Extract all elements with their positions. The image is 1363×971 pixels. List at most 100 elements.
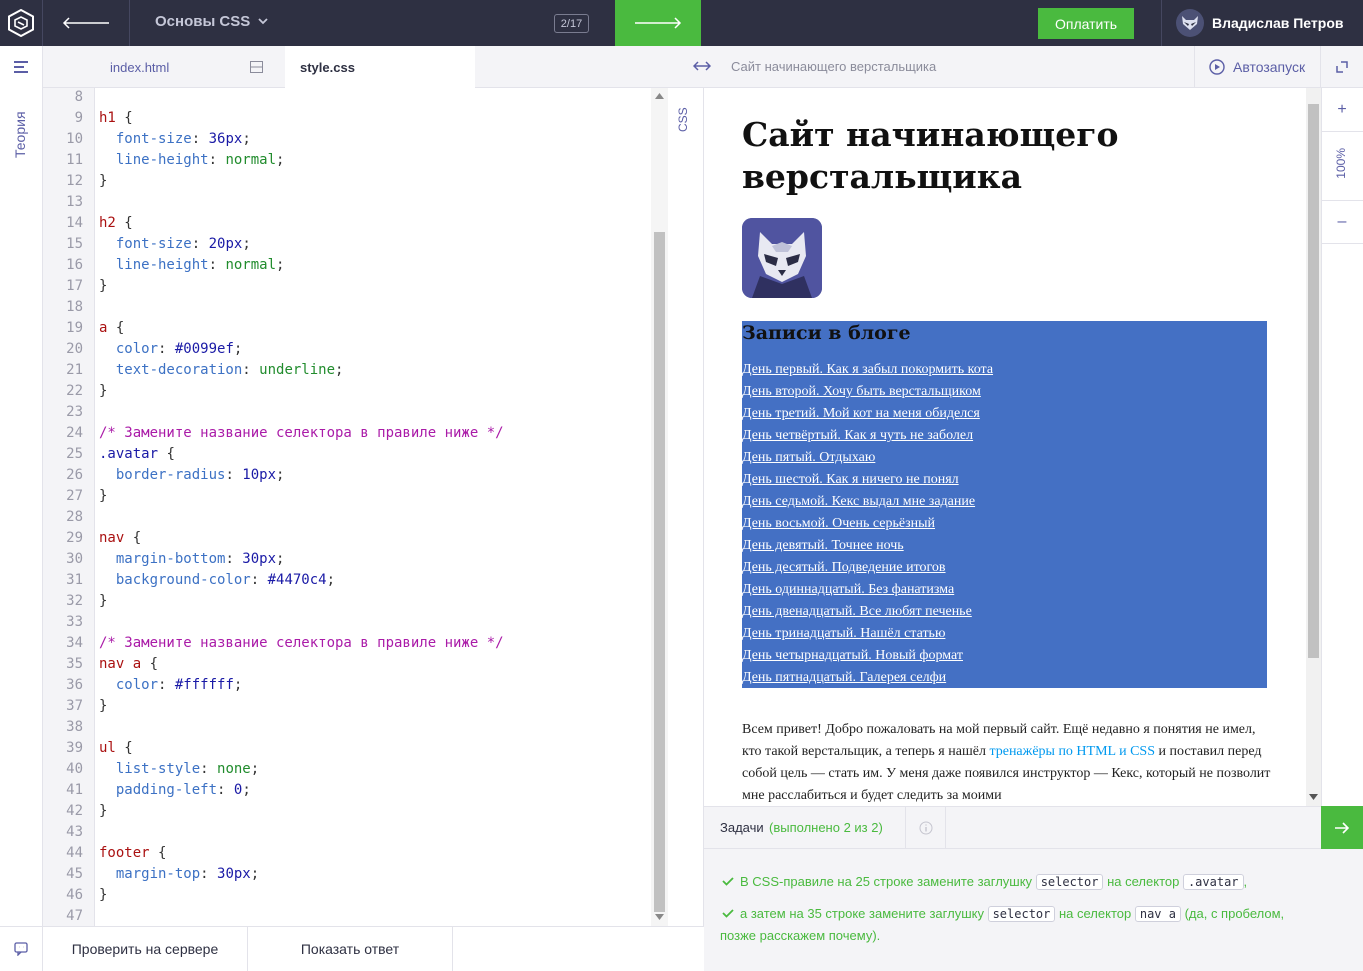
blog-link[interactable]: День одиннадцатый. Без фанатизма <box>742 579 954 601</box>
menu-icon[interactable] <box>14 60 28 78</box>
code-line[interactable]: line-height: normal; <box>99 150 285 171</box>
show-answer-button[interactable]: Показать ответ <box>248 926 453 971</box>
blog-link[interactable]: День четвёртый. Как я чуть не заболел <box>742 425 973 447</box>
line-number: 41 <box>66 782 83 798</box>
code-line[interactable]: list-style: none; <box>99 759 259 780</box>
blog-link[interactable]: День двенадцатый. Все любят печенье <box>742 601 972 623</box>
code-line[interactable]: } <box>99 591 107 612</box>
code-line[interactable]: line-height: normal; <box>99 255 285 276</box>
blog-link[interactable]: День седьмой. Кекс выдал мне задание <box>742 491 975 513</box>
line-number: 10 <box>66 131 83 147</box>
line-number: 45 <box>66 866 83 882</box>
next-task-button[interactable] <box>1321 806 1363 849</box>
code-line[interactable]: a { <box>99 318 124 339</box>
language-label: CSS <box>676 107 690 132</box>
next-step-button[interactable] <box>615 0 701 46</box>
code-line[interactable]: text-decoration: underline; <box>99 360 344 381</box>
code-line[interactable]: nav { <box>99 528 141 549</box>
task-code: nav a <box>1134 906 1181 922</box>
blog-link[interactable]: День второй. Хочу быть верстальщиком <box>742 381 981 403</box>
logo-icon[interactable] <box>0 0 43 46</box>
code-line[interactable]: } <box>99 276 107 297</box>
blog-link[interactable]: День пятый. Отдыхаю <box>742 447 875 469</box>
code-line[interactable]: } <box>99 696 107 717</box>
trainers-link[interactable]: тренажёры по HTML и CSS <box>989 744 1155 759</box>
line-number: 37 <box>66 698 83 714</box>
code-line[interactable]: margin-bottom: 30px; <box>99 549 285 570</box>
line-number: 23 <box>66 404 83 420</box>
zoom-level: 100% <box>1334 148 1348 179</box>
code-line[interactable]: /* Замените название селектора в правиле… <box>99 423 504 444</box>
line-number: 18 <box>66 299 83 315</box>
line-number: 20 <box>66 341 83 357</box>
code-line[interactable]: font-size: 36px; <box>99 129 251 150</box>
code-line[interactable]: color: #0099ef; <box>99 339 242 360</box>
editor-scroll-thumb[interactable] <box>654 232 665 912</box>
code-line[interactable]: font-size: 20px; <box>99 234 251 255</box>
tab-style-css[interactable]: style.css <box>285 46 475 89</box>
zoom-out-button[interactable]: – <box>1321 200 1363 244</box>
arrow-right-icon <box>635 17 682 29</box>
blog-link[interactable]: День девятый. Точнее ночь <box>742 535 904 557</box>
autorun-toggle[interactable]: Автозапуск <box>1194 46 1320 88</box>
info-icon[interactable] <box>905 806 946 849</box>
task-code: selector <box>987 906 1056 922</box>
code-line[interactable]: } <box>99 801 107 822</box>
code-line[interactable]: ul { <box>99 738 133 759</box>
code-line[interactable]: nav a { <box>99 654 158 675</box>
code-line[interactable]: } <box>99 885 107 906</box>
user-menu[interactable]: Владислав Петров <box>1161 0 1363 46</box>
code-line[interactable]: } <box>99 486 107 507</box>
split-view-icon[interactable] <box>250 60 263 78</box>
resize-handle-icon[interactable] <box>692 58 712 76</box>
code-line[interactable]: } <box>99 381 107 402</box>
course-selector[interactable]: Основы CSS <box>155 13 268 30</box>
code-line[interactable]: h1 { <box>99 108 133 129</box>
scroll-down-icon[interactable] <box>655 914 664 920</box>
line-number: 29 <box>66 530 83 546</box>
code-line[interactable]: color: #ffffff; <box>99 675 242 696</box>
avatar-image <box>742 218 822 298</box>
code-line[interactable]: } <box>99 171 107 192</box>
check-icon <box>722 909 734 918</box>
blog-link[interactable]: День четырнадцатый. Новый формат <box>742 645 963 667</box>
fullscreen-button[interactable] <box>1320 46 1363 88</box>
feedback-button[interactable] <box>0 926 43 971</box>
code-line[interactable]: .avatar { <box>99 444 175 465</box>
tasks-progress: (выполнено 2 из 2) <box>769 820 883 835</box>
css-column <box>668 88 704 926</box>
theory-tab[interactable]: Теория <box>12 98 28 158</box>
check-on-server-button[interactable]: Проверить на сервере <box>43 926 248 971</box>
blog-link[interactable]: День пятнадцатый. Галерея селфи <box>742 667 946 689</box>
preview-scroll-thumb[interactable] <box>1308 104 1319 658</box>
course-title: Основы CSS <box>155 13 251 30</box>
blog-link[interactable]: День десятый. Подведение итогов <box>742 557 946 579</box>
line-number: 39 <box>66 740 83 756</box>
line-number: 15 <box>66 236 83 252</box>
zoom-in-button[interactable]: + <box>1321 88 1363 132</box>
check-icon <box>722 877 734 886</box>
pay-button[interactable]: Оплатить <box>1038 8 1134 39</box>
blog-link[interactable]: День шестой. Как я ничего не понял <box>742 469 959 491</box>
scroll-up-icon[interactable] <box>655 93 664 99</box>
code-line[interactable]: h2 { <box>99 213 133 234</box>
line-number: 25 <box>66 446 83 462</box>
blog-link[interactable]: День первый. Как я забыл покормить кота <box>742 359 993 381</box>
line-number: 47 <box>66 908 83 924</box>
blog-link[interactable]: День тринадцатый. Нашёл статью <box>742 623 945 645</box>
line-number: 17 <box>66 278 83 294</box>
code-line[interactable]: margin-top: 30px; <box>99 864 259 885</box>
task-text: на селектор <box>1103 874 1183 889</box>
back-arrow-button[interactable] <box>43 0 130 46</box>
expand-icon <box>1336 61 1348 73</box>
code-line[interactable]: footer { <box>99 843 166 864</box>
line-number: 26 <box>66 467 83 483</box>
code-line[interactable]: background-color: #4470c4; <box>99 570 335 591</box>
scroll-down-icon[interactable] <box>1309 794 1318 800</box>
code-line[interactable]: padding-left: 0; <box>99 780 251 801</box>
blog-link[interactable]: День восьмой. Очень серьёзный <box>742 513 935 535</box>
raccoon-avatar-icon <box>742 218 822 298</box>
blog-link[interactable]: День третий. Мой кот на меня обиделся <box>742 403 980 425</box>
code-line[interactable]: border-radius: 10px; <box>99 465 285 486</box>
code-line[interactable]: /* Замените название селектора в правиле… <box>99 633 504 654</box>
